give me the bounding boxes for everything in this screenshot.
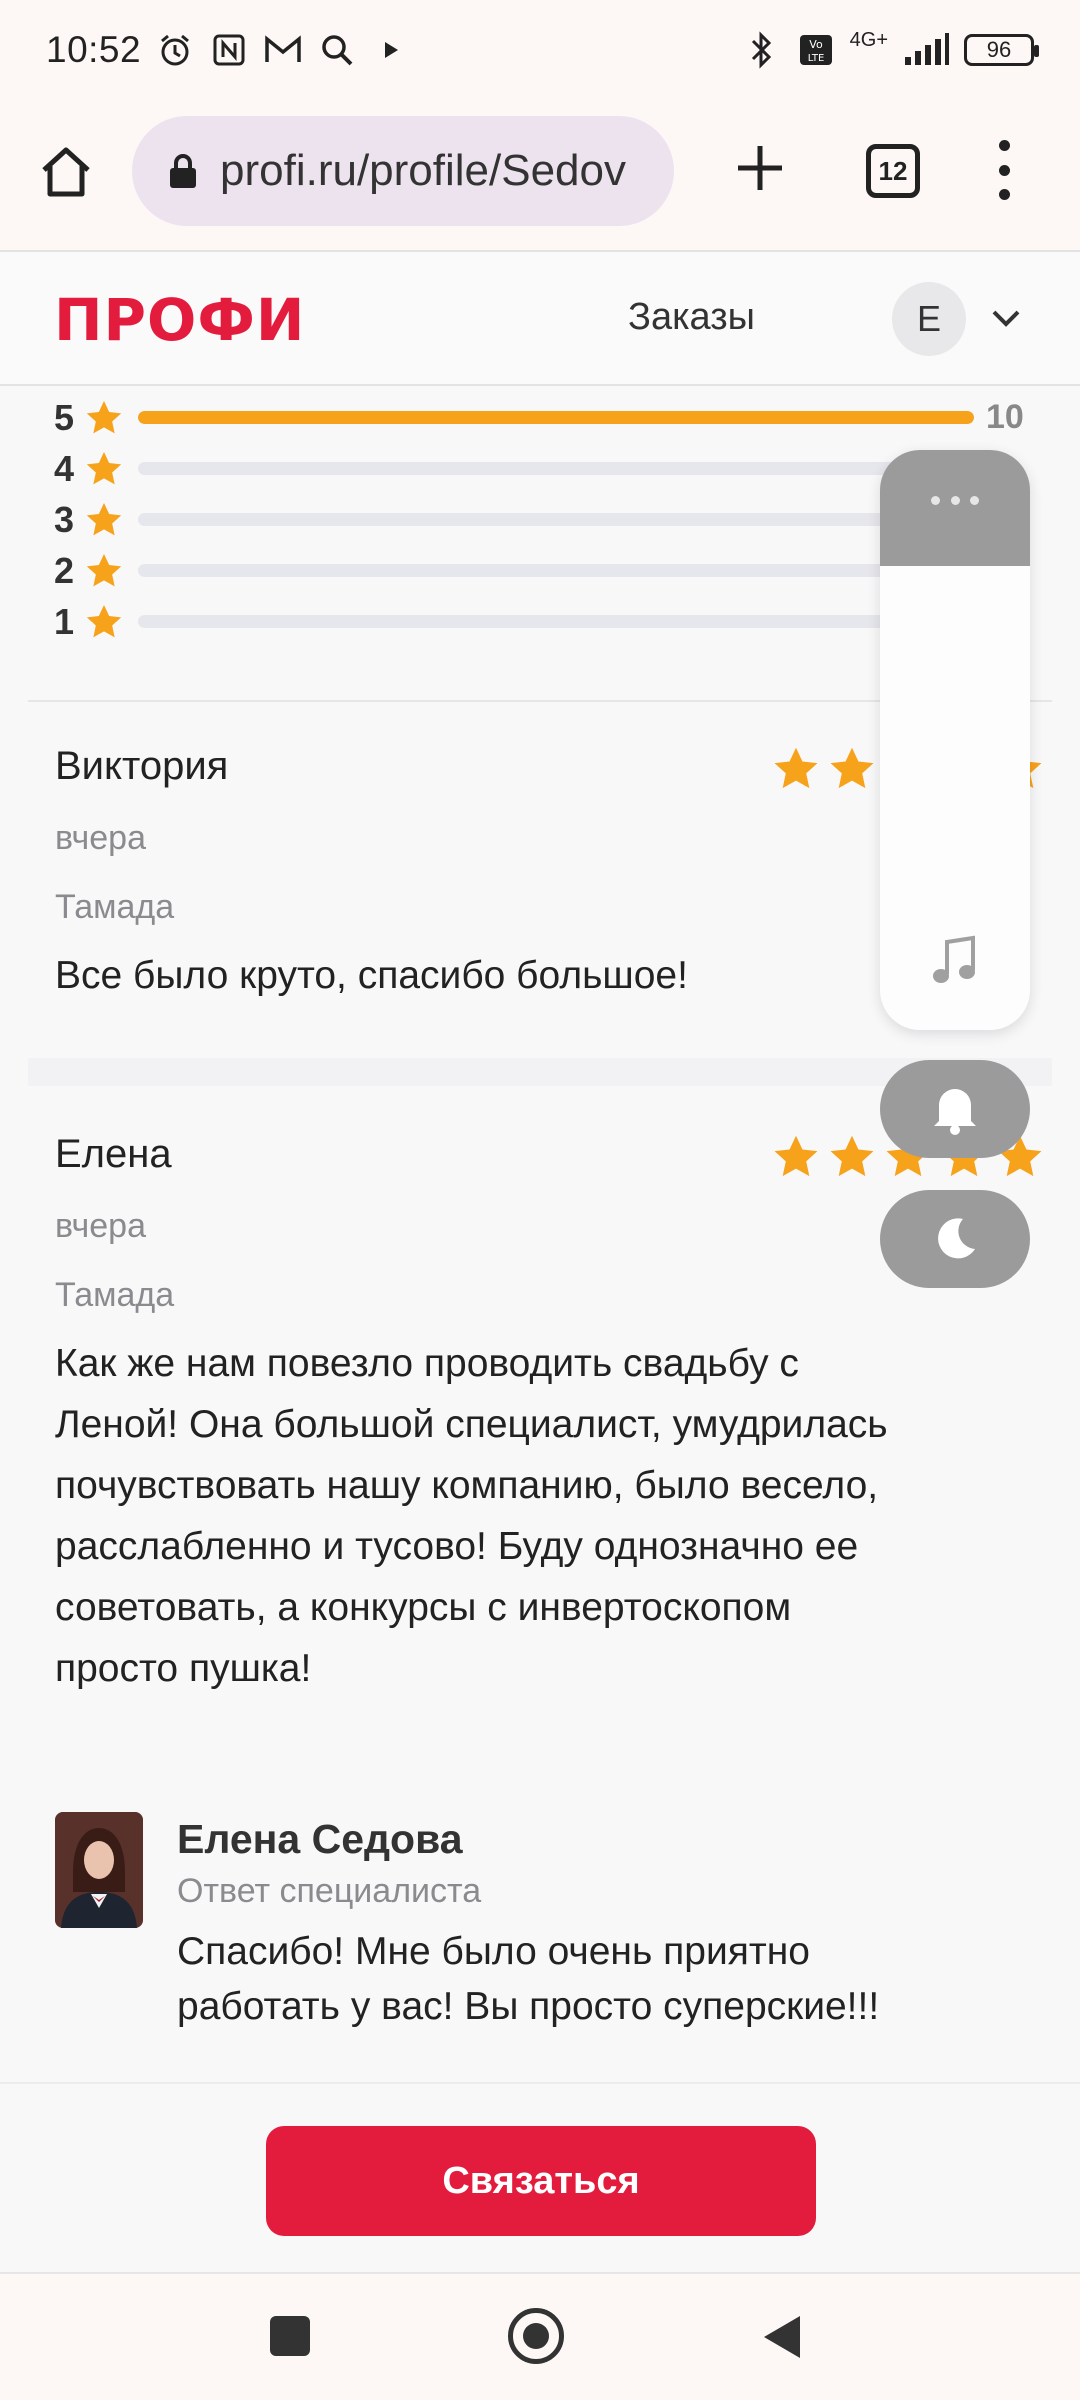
star-icon bbox=[84, 551, 124, 591]
overlay-handle[interactable] bbox=[880, 450, 1030, 566]
status-bar: 10:52 Vo LTE 4G+ 96 bbox=[0, 0, 1080, 100]
back-icon[interactable] bbox=[762, 2314, 802, 2360]
review-text-line: Как же нам повезло проводить свадьбу с bbox=[55, 1342, 799, 1385]
review-text-line: просто пушка! bbox=[55, 1647, 312, 1690]
review-text-line: Леной! Она большой специалист, умудрилас… bbox=[55, 1403, 888, 1446]
floating-sidebar-panel[interactable] bbox=[880, 450, 1030, 1030]
profi-logo[interactable]: ПРОФИ bbox=[54, 286, 305, 354]
tab-switcher-button[interactable]: 12 bbox=[866, 144, 920, 198]
star-icon bbox=[84, 602, 124, 642]
new-tab-icon[interactable] bbox=[732, 140, 788, 196]
star-icon bbox=[84, 398, 124, 438]
rating-bar-fill bbox=[138, 411, 974, 424]
volte-icon: Vo LTE bbox=[796, 30, 836, 70]
network-type: 4G+ bbox=[849, 28, 888, 51]
nfc-icon bbox=[209, 30, 249, 70]
play-icon bbox=[371, 30, 411, 70]
specialist-role: Ответ специалиста bbox=[177, 1872, 482, 1910]
star-icon bbox=[771, 744, 821, 799]
review-service: Тамада bbox=[55, 1276, 175, 1314]
review-text-line: расслабленно и тусово! Буду однозначно е… bbox=[55, 1525, 859, 1568]
reply-text-line: работать у вас! Вы просто суперские!!! bbox=[177, 1985, 880, 2028]
moon-icon[interactable] bbox=[880, 1190, 1030, 1288]
site-header: ПРОФИ Заказы Е bbox=[0, 250, 1080, 386]
status-time: 10:52 bbox=[46, 29, 142, 70]
home-icon[interactable] bbox=[36, 142, 96, 202]
more-dots-icon[interactable] bbox=[931, 496, 979, 506]
star-icon bbox=[84, 449, 124, 489]
recents-icon[interactable] bbox=[270, 2316, 310, 2356]
reply-text-line: Спасибо! Мне было очень приятно bbox=[177, 1930, 810, 1973]
orders-link[interactable]: Заказы bbox=[628, 296, 755, 339]
specialist-name: Елена Седова bbox=[177, 1816, 463, 1862]
star-icon bbox=[827, 1132, 877, 1187]
music-icon[interactable] bbox=[931, 934, 979, 986]
url-text: profi.ru/profile/Sedov bbox=[220, 146, 626, 195]
chevron-down-icon[interactable] bbox=[990, 306, 1022, 330]
rating-star-level: 1 bbox=[54, 600, 75, 642]
specialist-photo bbox=[55, 1812, 143, 1928]
star-icon bbox=[84, 500, 124, 540]
search-icon bbox=[317, 30, 357, 70]
signal-icon bbox=[902, 30, 950, 70]
system-nav-bar bbox=[0, 2272, 1080, 2400]
address-bar[interactable]: profi.ru/profile/Sedov bbox=[132, 116, 674, 226]
battery-indicator: 96 bbox=[964, 34, 1039, 66]
review-text-line: советовать, а конкурсы с инвертоскопом bbox=[55, 1586, 792, 1629]
review-text-line: почувствовать нашу компанию, было весело… bbox=[55, 1464, 879, 1507]
rating-bar bbox=[138, 513, 974, 526]
lock-icon bbox=[170, 154, 196, 188]
overflow-menu-icon[interactable] bbox=[994, 140, 1014, 200]
action-area: Связаться bbox=[0, 2082, 1080, 2272]
alarm-icon bbox=[155, 30, 195, 70]
rating-count: 10 bbox=[986, 398, 1024, 436]
rating-star-level: 4 bbox=[54, 447, 75, 489]
user-avatar[interactable]: Е bbox=[892, 282, 966, 356]
svg-text:Vo: Vo bbox=[809, 38, 823, 51]
rating-bar bbox=[138, 615, 974, 628]
svg-text:LTE: LTE bbox=[807, 53, 824, 64]
bluetooth-icon bbox=[742, 30, 782, 70]
rating-bar bbox=[138, 564, 974, 577]
star-icon bbox=[827, 744, 877, 799]
review-text: Как же нам повезло проводить свадьбу с Л… bbox=[55, 1333, 1045, 1699]
reply-text: Спасибо! Мне было очень приятно работать… bbox=[177, 1924, 1037, 2034]
rating-row: 5 10 bbox=[54, 392, 1034, 443]
rating-bar bbox=[138, 411, 974, 424]
contact-button[interactable]: Связаться bbox=[266, 2126, 816, 2236]
mail-icon bbox=[263, 30, 303, 70]
browser-toolbar: profi.ru/profile/Sedov 12 bbox=[0, 100, 1080, 250]
rating-star-level: 3 bbox=[54, 498, 75, 540]
star-icon bbox=[771, 1132, 821, 1187]
home-nav-icon[interactable] bbox=[508, 2308, 564, 2364]
rating-star-level: 2 bbox=[54, 549, 75, 591]
bell-icon[interactable] bbox=[880, 1060, 1030, 1158]
rating-star-level: 5 bbox=[54, 396, 75, 438]
rating-bar bbox=[138, 462, 974, 475]
